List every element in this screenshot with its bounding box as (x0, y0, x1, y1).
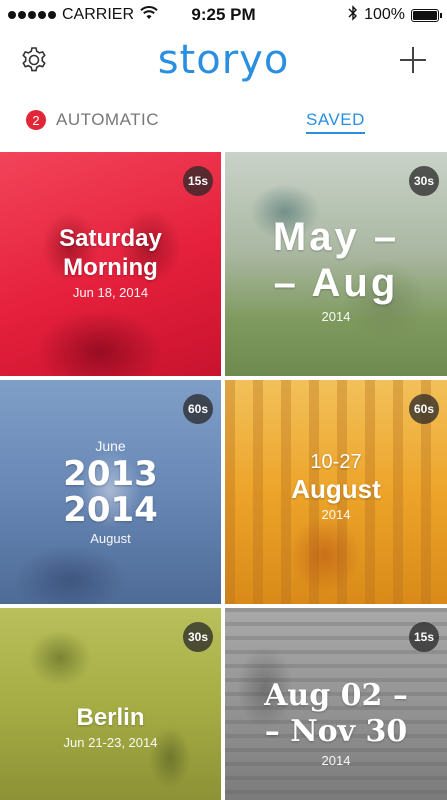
story-title-line2: Morning (63, 254, 158, 281)
duration-badge: 60s (409, 394, 439, 424)
story-text: Aug 02 – – Nov 30 2014 (225, 678, 447, 768)
story-title-line2: – Nov 30 (264, 714, 408, 749)
story-date: 2014 (321, 507, 351, 522)
app-logo: storyo (157, 37, 290, 83)
signal-strength-icon (8, 11, 56, 19)
duration-badge: 15s (183, 166, 213, 196)
story-title-line1: May – (272, 215, 400, 259)
bluetooth-icon (348, 4, 358, 26)
status-bar: CARRIER 9:25 PM 100% (0, 0, 447, 30)
story-title-line2: 2014 (63, 490, 158, 530)
tab-automatic[interactable]: 2 AUTOMATIC (26, 110, 159, 130)
story-pre: June (95, 438, 126, 454)
battery-percent: 100% (364, 6, 405, 23)
settings-button[interactable] (14, 40, 54, 80)
tab-automatic-label: AUTOMATIC (56, 110, 160, 129)
story-date: 2014 (321, 753, 351, 768)
duration-badge: 60s (183, 394, 213, 424)
story-card[interactable]: 15s Saturday Morning Jun 18, 2014 (0, 152, 221, 376)
story-pre: 10-27 (310, 451, 362, 473)
story-card[interactable]: 60s 10-27 August 2014 (225, 380, 447, 604)
battery-icon (411, 8, 442, 22)
tab-bar: 2 AUTOMATIC SAVED (0, 98, 447, 148)
duration-badge: 30s (183, 622, 213, 652)
tab-saved[interactable]: SAVED (306, 110, 365, 134)
add-story-button[interactable] (393, 40, 433, 80)
story-date: August (90, 531, 131, 546)
story-card[interactable]: 15s Aug 02 – – Nov 30 2014 (225, 608, 447, 800)
story-grid: 15s Saturday Morning Jun 18, 2014 30s Ma… (0, 152, 447, 800)
wifi-icon (140, 5, 158, 25)
status-left: CARRIER (8, 5, 158, 25)
story-text: May – – Aug 2014 (225, 214, 447, 324)
story-text: Saturday Morning Jun 18, 2014 (0, 224, 221, 300)
story-card[interactable]: 30s May – – Aug 2014 (225, 152, 447, 376)
status-right: 100% (348, 4, 442, 26)
story-title-line1: August (291, 474, 381, 504)
plus-icon (400, 47, 426, 73)
story-date: Jun 21-23, 2014 (63, 735, 158, 750)
story-date: Jun 18, 2014 (72, 285, 149, 300)
nav-bar: storyo (0, 30, 447, 90)
story-title-line1: 2013 (63, 454, 158, 494)
automatic-count-badge: 2 (26, 110, 46, 130)
story-title-line2: – Aug (273, 261, 399, 305)
gear-icon (22, 47, 46, 72)
story-text: 10-27 August 2014 (225, 450, 447, 522)
story-card[interactable]: 30s Berlin Jun 21-23, 2014 (0, 608, 221, 800)
duration-badge: 30s (409, 166, 439, 196)
story-date: 2014 (321, 309, 351, 324)
story-text: Berlin Jun 21-23, 2014 (0, 704, 221, 750)
story-card[interactable]: 60s June 2013 2014 August (0, 380, 221, 604)
story-title-line1: Berlin (76, 704, 145, 731)
story-text: June 2013 2014 August (0, 438, 221, 546)
story-title-line1: Aug 02 – (264, 678, 408, 713)
carrier-label: CARRIER (62, 6, 135, 23)
story-title-line1: Saturday (59, 225, 162, 252)
duration-badge: 15s (409, 622, 439, 652)
